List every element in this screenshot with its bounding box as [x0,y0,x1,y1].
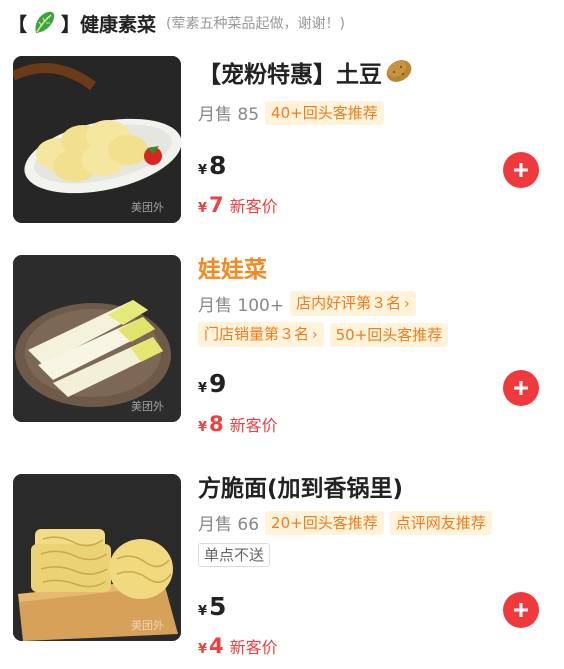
new-price-value: 8 [209,412,224,436]
new-price-value: 7 [209,193,224,217]
plus-icon [514,603,528,617]
image-watermark: 美团外 [131,619,164,632]
item-info: 【宠粉特惠】土豆 月售 85 40+回头客推荐 [198,56,548,125]
item-info: 娃娃菜 月售 100+ 店内好评第３名 › 门店销量第３名 › 50+回头客推荐 [198,255,548,347]
image-watermark: 美团外 [131,201,164,214]
tag-repeat-customers: 40+回头客推荐 [265,100,384,125]
new-price-currency: ¥ [198,642,208,657]
new-price-label: 新客价 [229,416,278,435]
tag-repeat-customers: 50+回头客推荐 [329,322,449,347]
price-value: 8 [209,151,227,180]
new-customer-price: ¥8 新客价 [198,412,278,436]
not-delivered-alone-badge: 单点不送 [198,543,271,567]
new-price-label: 新客价 [229,638,278,657]
category-header: 【 】 健康素菜 (荤素五种菜品起做，谢谢！) [8,6,345,40]
dish-image-instant-noodles[interactable]: 美团外 [13,474,181,641]
new-customer-price: ¥7 新客价 [198,193,278,217]
menu-item-potato[interactable]: 美团外 【宠粉特惠】土豆 月售 85 40+回头客推荐 ¥8 ¥7 新客价 [0,56,564,231]
tag-repeat-customers: 20+回头客推荐 [265,510,384,535]
new-price-currency: ¥ [198,420,208,435]
add-to-cart-button[interactable] [503,152,539,188]
dish-image-potato[interactable]: 美团外 [13,56,181,223]
menu-item-instant-noodles[interactable]: 美团外 方脆面(加到香锅里) 月售 66 20+回头客推荐 点评网友推荐 单点不… [0,474,564,664]
price: ¥8 [198,151,226,180]
chevron-right-icon: › [404,296,410,312]
tag-label: 店内好评第３名 [296,294,402,312]
price-value: 9 [209,369,227,398]
new-price-label: 新客价 [229,197,278,216]
dish-name[interactable]: 【宠粉特惠】土豆 [198,56,548,94]
tag-reviewer-recommended: 点评网友推荐 [389,510,492,535]
menu-item-baby-cabbage[interactable]: 美团外 娃娃菜 月售 100+ 店内好评第３名 › 门店销量第３名 › 50+回头客… [0,255,564,445]
tag-store-sales-rank[interactable]: 门店销量第３名 › [198,322,324,347]
dish-image-baby-cabbage[interactable]: 美团外 [13,255,181,422]
price: ¥5 [198,592,226,621]
image-watermark: 美团外 [131,400,164,413]
plus-icon [514,381,528,395]
potato-icon [384,56,414,94]
category-note: (荤素五种菜品起做，谢谢！) [166,16,345,32]
dish-name[interactable]: 娃娃菜 [198,255,548,285]
category-title: 健康素菜 [80,13,157,36]
price: ¥9 [198,369,226,398]
monthly-sales: 月售 85 [198,105,260,125]
plus-icon [514,163,528,177]
add-to-cart-button[interactable] [503,370,539,406]
new-price-currency: ¥ [198,201,208,216]
price-value: 5 [209,592,227,621]
header-close-bracket: 】 [61,13,81,36]
tag-store-rating-rank[interactable]: 店内好评第３名 › [290,291,416,316]
tag-label: 门店销量第３名 [204,325,310,343]
monthly-sales: 月售 66 [198,515,260,535]
item-info: 方脆面(加到香锅里) 月售 66 20+回头客推荐 点评网友推荐 单点不送 [198,474,548,567]
dish-name-text: 【宠粉特惠】土豆 [198,62,382,88]
monthly-sales: 月售 100+ [198,296,285,316]
new-customer-price: ¥4 新客价 [198,634,278,658]
price-currency: ¥ [198,604,208,619]
new-price-value: 4 [209,634,224,658]
price-currency: ¥ [198,163,208,178]
price-currency: ¥ [198,381,208,396]
header-open-bracket: 【 [8,13,28,36]
chevron-right-icon: › [312,327,318,343]
add-to-cart-button[interactable] [503,592,539,628]
dish-name[interactable]: 方脆面(加到香锅里) [198,474,548,504]
lettuce-icon [31,10,57,36]
